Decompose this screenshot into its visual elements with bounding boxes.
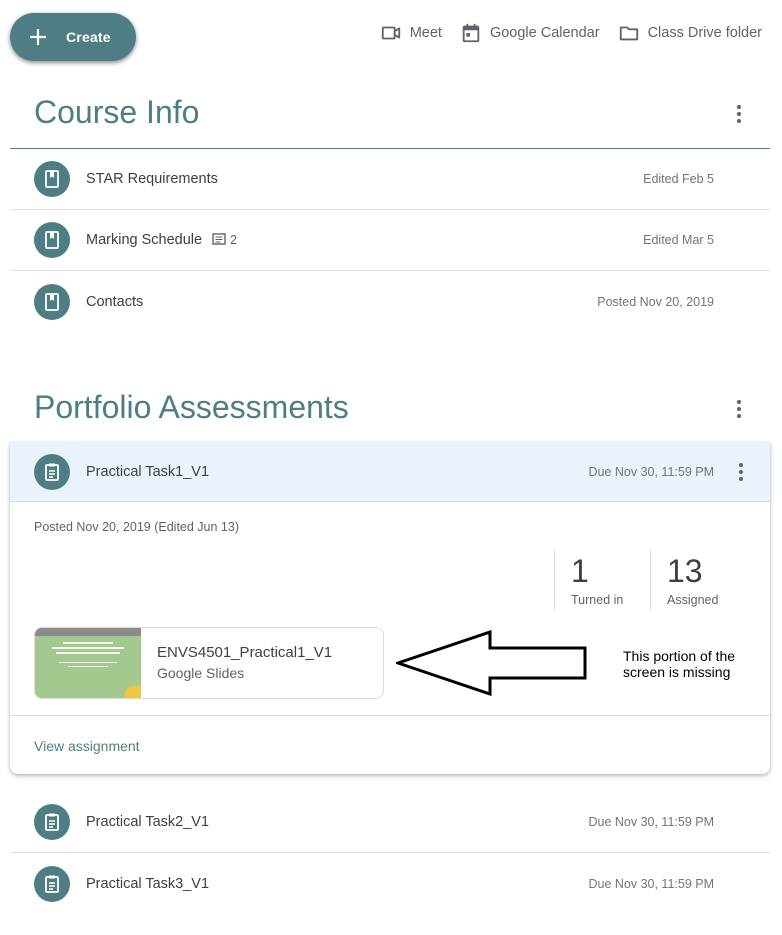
assignment-item-task2[interactable]: Practical Task2_V1 Due Nov 30, 11:59 PM [10, 792, 770, 853]
assignment-item-task3[interactable]: Practical Task3_V1 Due Nov 30, 11:59 PM [10, 853, 770, 914]
turned-in-stat[interactable]: 1 Turned in [554, 550, 650, 610]
slides-thumbnail [35, 628, 141, 698]
assignment-icon [34, 804, 70, 840]
plus-icon [30, 29, 46, 45]
create-button[interactable]: Create [10, 13, 136, 61]
meet-label: Meet [409, 25, 442, 41]
attachment-name: ENVS4501_Practical1_V1 [157, 644, 333, 661]
create-label: Create [66, 29, 111, 45]
item-meta: Posted Nov 20, 2019 [597, 294, 714, 309]
material-icon [34, 283, 70, 320]
item-title: STAR Requirements [86, 171, 218, 187]
comment-icon [212, 233, 226, 245]
item-meta: Edited Feb 5 [643, 172, 714, 186]
course-info-more-icon[interactable] [732, 105, 746, 127]
assignment-due: Due Nov 30, 11:59 PM [588, 815, 714, 829]
course-info-item-marking[interactable]: Marking Schedule 2 Edited Mar 5 [10, 210, 770, 271]
turned-in-count: 1 [571, 553, 589, 589]
card-footer: View assignment [10, 715, 770, 774]
portfolio-header: Portfolio Assessments [10, 383, 770, 443]
comment-count-value: 2 [230, 233, 238, 247]
top-links: Meet Google Calendar Class Drive folder [380, 22, 762, 44]
assigned-count: 13 [667, 553, 703, 589]
item-title: Contacts [86, 293, 144, 310]
meet-link[interactable]: Meet [380, 22, 442, 44]
posted-date: Posted Nov 20, 2019 (Edited Jun 13) [34, 520, 239, 534]
portfolio-title: Portfolio Assessments [34, 389, 349, 425]
calendar-label: Google Calendar [489, 25, 600, 41]
assignment-due: Due Nov 30, 11:59 PM [588, 464, 714, 479]
folder-icon [619, 26, 638, 41]
video-camera-icon [381, 26, 400, 40]
assignment-due: Due Nov 30, 11:59 PM [588, 876, 714, 891]
material-icon [34, 222, 70, 258]
attachment-type: Google Slides [157, 665, 245, 681]
course-info-item-contacts[interactable]: Contacts Posted Nov 20, 2019 [10, 271, 770, 332]
assigned-stat[interactable]: 13 Assigned [650, 550, 720, 610]
portfolio-more-icon[interactable] [732, 400, 746, 422]
view-assignment-link[interactable]: View assignment [34, 738, 140, 754]
comment-count: 2 [212, 233, 237, 247]
assignment-title: Practical Task2_V1 [86, 814, 210, 830]
item-meta: Edited Mar 5 [643, 233, 714, 247]
assignment-card-expanded: Practical Task1_V1 Due Nov 30, 11:59 PM … [10, 442, 770, 774]
assignment-title: Practical Task3_V1 [86, 875, 210, 892]
course-info-title: Course Info [34, 94, 200, 130]
calendar-link[interactable]: Google Calendar [460, 22, 600, 44]
material-icon [34, 161, 70, 197]
submission-stats: 1 Turned in 13 Assigned [554, 550, 720, 610]
assignment-more-icon[interactable] [734, 463, 748, 485]
annotation-note: This portion of the screen is missing [623, 648, 736, 680]
assigned-label: Assigned [667, 593, 719, 608]
assignment-icon [34, 453, 70, 490]
turned-in-label: Turned in [571, 593, 624, 608]
attachment-chip[interactable]: ENVS4501_Practical1_V1 Google Slides [34, 627, 384, 699]
left-arrow-annotation [396, 630, 587, 696]
assignment-card-header[interactable]: Practical Task1_V1 Due Nov 30, 11:59 PM [10, 442, 770, 502]
course-info-item-star[interactable]: STAR Requirements Edited Feb 5 [10, 149, 770, 210]
assignment-title: Practical Task1_V1 [86, 463, 210, 480]
drive-folder-label: Class Drive folder [647, 25, 762, 41]
calendar-icon [462, 23, 480, 43]
drive-folder-link[interactable]: Class Drive folder [618, 22, 762, 44]
course-info-header: Course Info [10, 88, 770, 149]
assignment-icon [34, 865, 70, 902]
item-title: Marking Schedule [86, 232, 203, 248]
